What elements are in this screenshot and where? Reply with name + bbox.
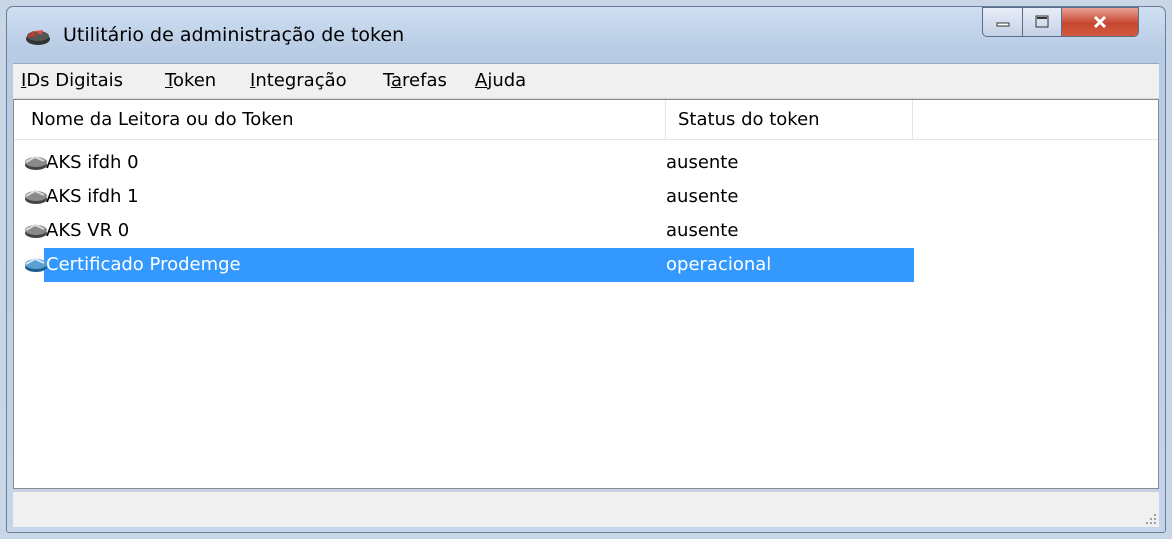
menu-ajuda[interactable]: Ajuda [475, 70, 526, 91]
menu-integracao[interactable]: Integração [250, 70, 347, 91]
close-icon [1093, 15, 1107, 29]
token-name: AKS ifdh 0 [46, 152, 139, 173]
token-app-icon [26, 30, 50, 45]
close-button[interactable] [1061, 7, 1139, 37]
token-list: Nome da Leitora ou do Token Status do to… [13, 99, 1159, 489]
title-bar[interactable]: Utilitário de administração de token [7, 7, 1165, 63]
card-reader-icon [25, 189, 47, 204]
list-item[interactable]: AKS VR 0 ausente [14, 214, 914, 248]
maximize-icon [1035, 15, 1049, 28]
window-title: Utilitário de administração de token [63, 24, 405, 46]
maximize-button[interactable] [1022, 7, 1062, 37]
token-name: AKS ifdh 1 [46, 186, 139, 207]
token-status: ausente [666, 152, 739, 173]
card-reader-icon [25, 155, 47, 170]
menu-tarefas[interactable]: Tarefas [383, 70, 447, 91]
menu-token[interactable]: Token [165, 70, 216, 91]
status-bar [13, 491, 1159, 527]
column-header-name[interactable]: Nome da Leitora ou do Token [14, 100, 666, 140]
token-status: operacional [666, 254, 772, 275]
token-name: Certificado Prodemge [46, 254, 241, 275]
menu-ids-digitais[interactable]: IDs Digitais [21, 70, 123, 91]
column-header-status[interactable]: Status do token [666, 100, 913, 140]
resize-grip-icon[interactable] [1143, 511, 1157, 525]
list-header: Nome da Leitora ou do Token Status do to… [14, 100, 1158, 140]
active-token-icon [25, 257, 47, 272]
menu-bar: IDs Digitais Token Integração Tarefas Aj… [13, 63, 1159, 99]
list-item[interactable]: AKS ifdh 1 ausente [14, 180, 914, 214]
list-item-selected[interactable]: Certificado Prodemge operacional [14, 248, 914, 282]
token-name: AKS VR 0 [46, 220, 130, 241]
token-status: ausente [666, 220, 739, 241]
card-reader-icon [25, 223, 47, 238]
token-status: ausente [666, 186, 739, 207]
minimize-button[interactable] [982, 7, 1023, 37]
list-item[interactable]: AKS ifdh 0 ausente [14, 146, 914, 180]
minimize-icon [996, 22, 1009, 27]
app-window: Utilitário de administração de token IDs… [6, 6, 1166, 533]
